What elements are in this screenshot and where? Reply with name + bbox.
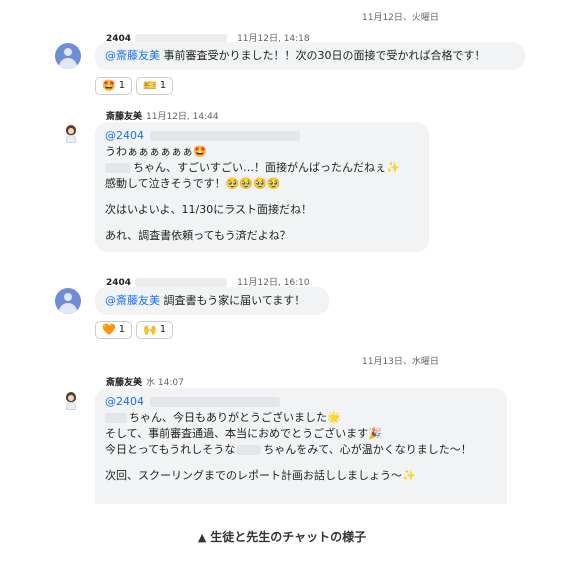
message-text: ちゃん、すごいすごい…！面接がんばったんだねぇ✨ (133, 161, 400, 174)
sender-name: 斎藤友美 (106, 378, 143, 388)
timestamp: 11月12日, 14:44 (146, 112, 219, 122)
reaction-chip[interactable]: 🧡 1 (95, 321, 133, 339)
message-text: 調査書もう家に届いてます！ (160, 294, 306, 307)
message-bubble: @斎藤友美 調査書もう家に届いてます！ (95, 287, 329, 315)
sender-name: 斎藤友美 (106, 112, 143, 122)
message-text: 事前審査受かりました！！次の30日の面接で受かれば合格です！ (160, 49, 486, 62)
message-bubble: @2404 うわぁぁぁぁぁぁ🤩 ちゃん、すごいすごい…！面接がんばったんだねぇ✨… (95, 122, 429, 252)
message-text: ちゃんをみて、心が温かくなりました〜！ (263, 443, 472, 456)
reaction-chip[interactable]: 🤩 1 (95, 77, 133, 95)
message-header: 斎藤友美水 14:07 (106, 375, 184, 388)
ticket-icon: 🎫 (143, 79, 157, 92)
star-struck-icon: 🤩 (102, 79, 116, 92)
mention-link[interactable]: @斎藤友美 (105, 49, 160, 62)
message-text: 次はいよいよ、11/30にラスト面接だね！ (105, 203, 313, 216)
reaction-count: 1 (118, 80, 126, 91)
reaction-chip[interactable]: 🎫 1 (136, 77, 174, 95)
message-bubble: @斎藤友美 事前審査受かりました！！次の30日の面接で受かれば合格です！ (95, 42, 525, 70)
avatar[interactable] (55, 43, 81, 69)
redacted-name (135, 278, 228, 287)
reaction-count: 1 (159, 80, 167, 91)
avatar[interactable] (64, 392, 78, 410)
redacted-name (237, 445, 262, 455)
message-text: 次回、スクーリングまでのレポート計画お話ししましょう〜✨ (105, 469, 416, 482)
avatar[interactable] (64, 125, 78, 143)
redacted-name (150, 397, 280, 407)
message-text: 感動して泣きそうです！🥹🥹🥹🥹 (105, 177, 281, 190)
mention-link[interactable]: @斎藤友美 (105, 294, 160, 307)
mention-link[interactable]: @2404 (105, 129, 144, 142)
message-header: 斎藤友美 11月12日, 14:44 (106, 109, 219, 122)
reaction-bar: 🧡 1 🙌 1 (95, 321, 174, 339)
message-text: そして、事前審査通過、本当におめでとうございます🎉 (105, 427, 382, 440)
date-separator: 11月13日、水曜日 (362, 357, 439, 367)
orange-heart-icon: 🧡 (102, 323, 116, 336)
mention-link[interactable]: @2404 (105, 395, 144, 408)
message-text: うわぁぁぁぁぁぁ🤩 (105, 145, 207, 158)
message-bubble: @2404 ちゃん、今日もありがとうございました🌟 そして、事前審査通過、本当に… (95, 388, 507, 504)
message-text: 今日とってもうれしそうな (105, 443, 236, 456)
message-text: あれ、調査書依頼ってもう済だよね？ (105, 229, 291, 242)
redacted-name (150, 131, 300, 141)
reaction-count: 1 (159, 324, 167, 335)
caption-text: 生徒と先生のチャットの様子 (210, 530, 367, 544)
date-separator: 11月12日、火曜日 (362, 13, 439, 23)
redacted-name (105, 413, 127, 423)
redacted-name (105, 163, 131, 173)
image-caption: ▲ 生徒と先生のチャットの様子 (0, 528, 564, 545)
raising-hands-icon: 🙌 (143, 323, 157, 336)
message-text: ちゃん、今日もありがとうございました🌟 (129, 411, 341, 424)
triangle-icon: ▲ (197, 531, 207, 544)
timestamp: 水 14:07 (146, 378, 184, 388)
reaction-chip[interactable]: 🙌 1 (136, 321, 174, 339)
reaction-count: 1 (118, 324, 126, 335)
reaction-bar: 🤩 1 🎫 1 (95, 77, 174, 95)
avatar[interactable] (55, 288, 81, 314)
